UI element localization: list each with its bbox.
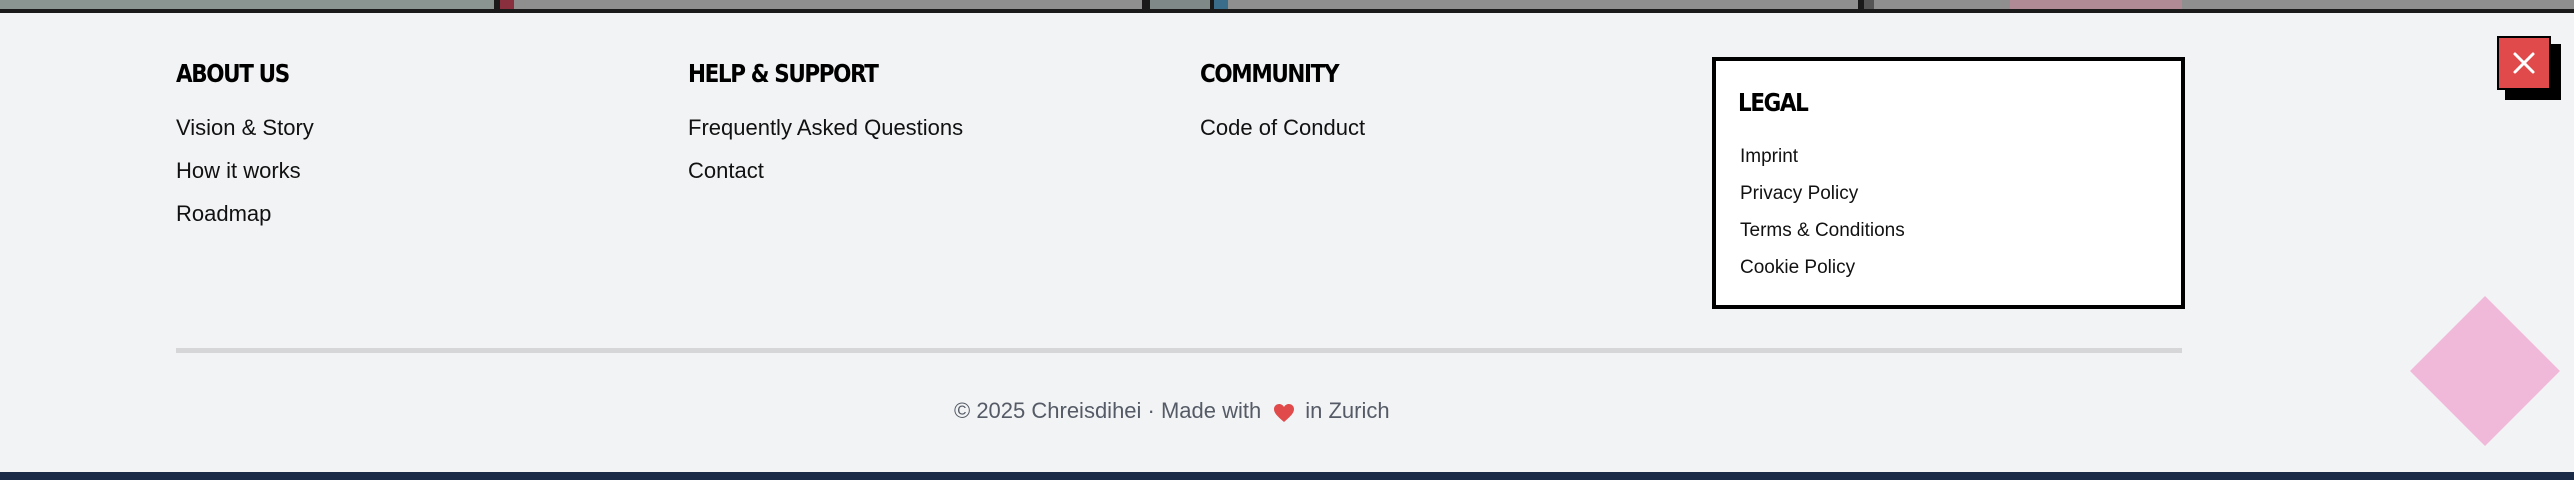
community-heading: Community	[1200, 59, 1340, 88]
legal-links: Imprint Privacy Policy Terms & Condition…	[1740, 145, 1905, 293]
copyright-suffix: in Zurich	[1305, 398, 1390, 423]
link-imprint[interactable]: Imprint	[1740, 145, 1905, 168]
link-how-it-works[interactable]: How it works	[176, 157, 314, 184]
top-card-strip	[0, 0, 2574, 13]
bottom-bar	[0, 472, 2574, 480]
link-code-of-conduct[interactable]: Code of Conduct	[1200, 114, 1365, 141]
help-heading: Help & Support	[688, 59, 879, 88]
card-edge	[1228, 0, 1858, 9]
footer-column-community: Community Code of Conduct	[1200, 58, 1365, 157]
link-contact[interactable]: Contact	[688, 157, 963, 184]
footer-column-help: Help & Support Frequently Asked Question…	[688, 58, 963, 200]
card-edge	[0, 0, 494, 9]
copyright: © 2025 Chreisdihei · Made with in Zurich	[954, 396, 1390, 426]
legal-box: Legal Imprint Privacy Policy Terms & Con…	[1712, 57, 2185, 309]
close-button[interactable]	[2497, 36, 2551, 90]
heart-icon	[1273, 401, 1295, 422]
footer-divider	[176, 348, 2182, 353]
card-edge-accent	[500, 0, 514, 9]
footer-column-about: About Us Vision & Story How it works Roa…	[176, 58, 314, 243]
link-vision-story[interactable]: Vision & Story	[176, 114, 314, 141]
card-edge-accent	[1214, 0, 1228, 9]
card-edge-accent	[2010, 0, 2182, 9]
legal-heading: Legal	[1738, 88, 1809, 117]
link-faq[interactable]: Frequently Asked Questions	[688, 114, 963, 141]
card-edge	[1150, 0, 1210, 9]
card-edge	[514, 0, 1142, 9]
about-heading: About Us	[176, 59, 290, 88]
link-cookie-policy[interactable]: Cookie Policy	[1740, 256, 1905, 279]
close-icon	[2513, 52, 2535, 74]
card-edge	[1864, 0, 1874, 9]
card-edge	[1874, 0, 2574, 9]
link-privacy-policy[interactable]: Privacy Policy	[1740, 182, 1905, 205]
link-roadmap[interactable]: Roadmap	[176, 200, 314, 227]
link-terms-conditions[interactable]: Terms & Conditions	[1740, 219, 1905, 242]
decorative-diamond	[2410, 296, 2560, 446]
copyright-prefix: © 2025 Chreisdihei · Made with	[954, 398, 1262, 423]
